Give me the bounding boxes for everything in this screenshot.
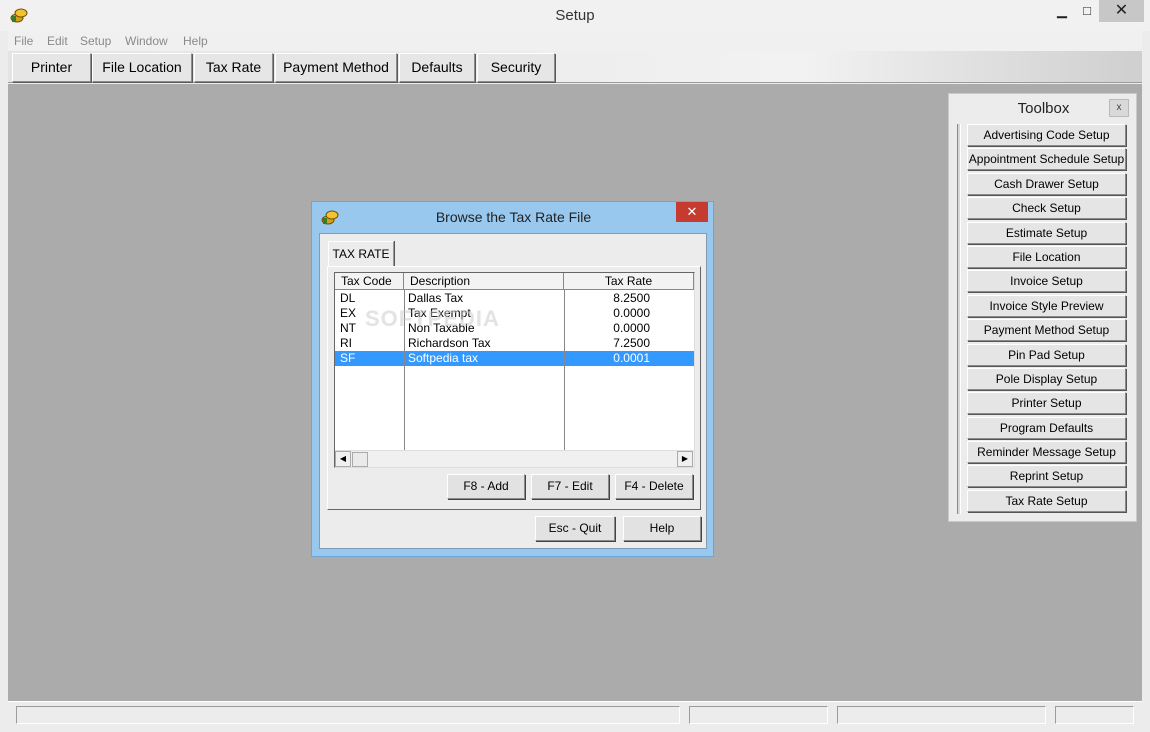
toolbox-pin-pad-setup[interactable]: Pin Pad Setup [967, 343, 1126, 366]
toolbar: Printer File Location Tax Rate Payment M… [8, 51, 1142, 83]
table-row-selected[interactable]: SF Softpedia tax 0.0001 [335, 351, 694, 366]
status-bar [8, 701, 1142, 728]
column-divider [564, 290, 565, 450]
toolbox-groove [957, 124, 961, 514]
status-panel-main [16, 706, 680, 724]
cell-tax-rate: 7.2500 [613, 336, 650, 350]
tab-tax-rate[interactable]: TAX RATE [328, 241, 394, 267]
close-window-button[interactable]: ✕ [1099, 0, 1144, 22]
scroll-thumb[interactable] [352, 452, 368, 467]
toolbox-payment-method-setup[interactable]: Payment Method Setup [967, 319, 1126, 342]
toolbox-list: Advertising Code Setup Appointment Sched… [967, 124, 1126, 514]
tax-rate-grid[interactable]: Tax Code Description Tax Rate DL Dallas … [334, 272, 695, 468]
status-panel-3 [837, 706, 1046, 724]
quit-button[interactable]: Esc - Quit [535, 516, 615, 541]
minimize-button[interactable]: ▁ [1048, 0, 1076, 22]
table-row[interactable]: DL Dallas Tax 8.2500 [335, 291, 694, 306]
toolbox-invoice-setup[interactable]: Invoice Setup [967, 270, 1126, 293]
toolbox-invoice-style-preview[interactable]: Invoice Style Preview [967, 294, 1126, 317]
dialog-close-button[interactable]: ✕ [676, 202, 708, 222]
scroll-left-icon[interactable]: ◀ [335, 451, 351, 467]
cell-tax-code: NT [340, 321, 356, 335]
toolbar-security-button[interactable]: Security [477, 53, 555, 82]
tax-rate-tab-panel: Tax Code Description Tax Rate DL Dallas … [327, 266, 701, 510]
toolbox-estimate-setup[interactable]: Estimate Setup [967, 221, 1126, 244]
cell-tax-rate: 8.2500 [613, 291, 650, 305]
cell-tax-code: SF [340, 351, 356, 365]
delete-button[interactable]: F4 - Delete [615, 474, 693, 499]
status-panel-2 [689, 706, 828, 724]
menu-window[interactable]: Window [125, 34, 168, 48]
cell-tax-code: RI [340, 336, 352, 350]
menu-file[interactable]: File [14, 34, 33, 48]
toolbox-close-button[interactable]: x [1109, 99, 1129, 117]
softpedia-watermark: SOFTPEDIA [365, 306, 500, 331]
status-panel-4 [1055, 706, 1134, 724]
toolbox-pole-display-setup[interactable]: Pole Display Setup [967, 367, 1126, 390]
title-bar: Setup ▁ □ ✕ [0, 0, 1150, 31]
toolbox-cash-drawer-setup[interactable]: Cash Drawer Setup [967, 172, 1126, 195]
toolbox-appointment-schedule-setup[interactable]: Appointment Schedule Setup [967, 148, 1126, 171]
cell-tax-code: DL [340, 291, 356, 305]
toolbar-payment-method-button[interactable]: Payment Method [275, 53, 397, 82]
column-header-tax-code[interactable]: Tax Code [335, 273, 404, 290]
toolbox-printer-setup[interactable]: Printer Setup [967, 392, 1126, 415]
cell-description: Softpedia tax [408, 351, 479, 365]
help-button[interactable]: Help [623, 516, 701, 541]
cell-tax-rate: 0.0001 [613, 351, 650, 365]
column-header-description[interactable]: Description [404, 273, 564, 290]
scroll-right-icon[interactable]: ▶ [677, 451, 693, 467]
menu-bar: File Edit Setup Window Help [8, 31, 1142, 51]
grid-header: Tax Code Description Tax Rate [335, 273, 694, 290]
cell-tax-rate: 0.0000 [613, 321, 650, 335]
toolbox-check-setup[interactable]: Check Setup [967, 197, 1126, 220]
toolbar-defaults-button[interactable]: Defaults [399, 53, 475, 82]
toolbox-file-location[interactable]: File Location [967, 245, 1126, 268]
toolbox-panel: Toolbox x Advertising Code Setup Appoint… [948, 93, 1137, 522]
cell-description: Dallas Tax [408, 291, 464, 305]
toolbar-tax-rate-button[interactable]: Tax Rate [194, 53, 273, 82]
cell-tax-rate: 0.0000 [613, 306, 650, 320]
horizontal-scrollbar[interactable]: ◀ ▶ [335, 450, 694, 467]
cell-description: Richardson Tax [408, 336, 491, 350]
table-row[interactable]: RI Richardson Tax 7.2500 [335, 336, 694, 351]
menu-edit[interactable]: Edit [47, 34, 68, 48]
toolbar-file-location-button[interactable]: File Location [92, 53, 192, 82]
toolbox-program-defaults[interactable]: Program Defaults [967, 416, 1126, 439]
window-title: Setup [555, 7, 595, 24]
maximize-button[interactable]: □ [1073, 0, 1101, 22]
toolbox-tax-rate-setup[interactable]: Tax Rate Setup [967, 489, 1126, 512]
cell-tax-code: EX [340, 306, 357, 320]
add-button[interactable]: F8 - Add [447, 474, 525, 499]
toolbox-advertising-code-setup[interactable]: Advertising Code Setup [967, 124, 1126, 146]
toolbox-reprint-setup[interactable]: Reprint Setup [967, 465, 1126, 488]
dialog-title: Browse the Tax Rate File [435, 209, 592, 225]
column-header-tax-rate[interactable]: Tax Rate [564, 273, 694, 290]
toolbar-printer-button[interactable]: Printer [12, 53, 91, 82]
edit-button[interactable]: F7 - Edit [531, 474, 609, 499]
tax-rate-dialog: Browse the Tax Rate File ✕ TAX RATE Tax … [311, 201, 714, 557]
toolbox-reminder-message-setup[interactable]: Reminder Message Setup [967, 441, 1126, 464]
menu-setup[interactable]: Setup [80, 34, 111, 48]
menu-help[interactable]: Help [183, 34, 208, 48]
dialog-body: TAX RATE Tax Code Description Tax Rate D… [319, 233, 707, 549]
